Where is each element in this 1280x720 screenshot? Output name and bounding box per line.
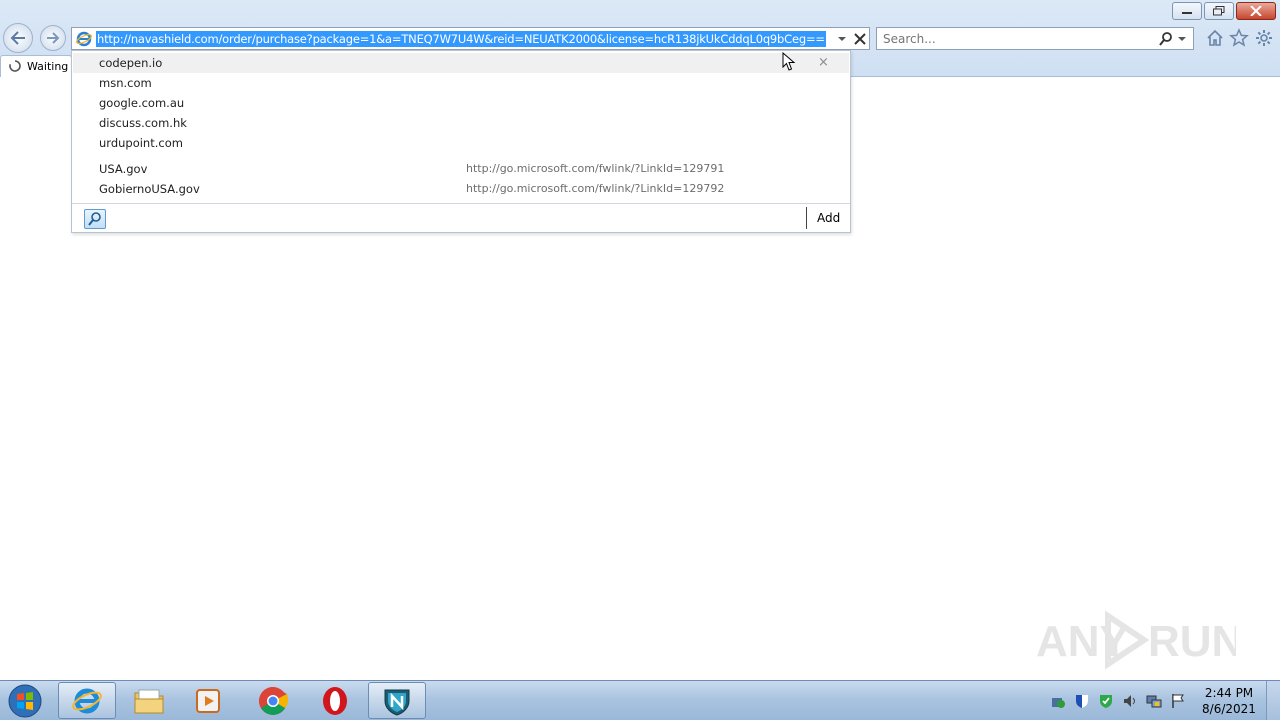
close-icon	[1250, 6, 1262, 16]
taskbar-navashield[interactable]	[368, 682, 426, 719]
star-icon[interactable]	[1229, 28, 1249, 48]
clock-date: 8/6/2021	[1202, 702, 1256, 716]
ie-page-icon	[76, 31, 92, 47]
search-icon[interactable]	[1158, 31, 1174, 47]
taskbar-chrome[interactable]	[244, 682, 302, 719]
opera-icon	[323, 686, 347, 715]
autocomplete-item-label: google.com.au	[99, 96, 185, 110]
stop-icon[interactable]	[852, 31, 868, 47]
antivirus-shield-icon[interactable]	[1098, 693, 1114, 709]
arrow-left-icon	[10, 31, 25, 45]
address-bar[interactable]: http://navashield.com/order/purchase?pac…	[71, 27, 870, 50]
navashield-shield-icon	[384, 689, 410, 716]
taskbar-media-player[interactable]	[180, 682, 238, 719]
taskbar-opera[interactable]	[306, 682, 364, 719]
favorite-item-url: http://go.microsoft.com/fwlink/?LinkId=1…	[466, 162, 725, 175]
autocomplete-item-label: codepen.io	[99, 56, 163, 70]
mouse-cursor-icon	[782, 52, 796, 71]
chevron-down-icon[interactable]	[837, 33, 847, 45]
svg-text:RUN: RUN	[1148, 617, 1236, 666]
loading-spinner-icon	[9, 60, 21, 72]
search-icon	[88, 212, 101, 226]
home-icon[interactable]	[1205, 28, 1225, 48]
autocomplete-item[interactable]: urdupoint.com	[73, 133, 849, 153]
restore-button[interactable]	[1204, 2, 1234, 20]
arrow-right-icon	[47, 32, 60, 44]
folder-icon	[134, 689, 164, 713]
network-icon[interactable]	[1146, 693, 1162, 709]
address-url[interactable]: http://navashield.com/order/purchase?pac…	[96, 31, 826, 47]
autocomplete-item-label: discuss.com.hk	[99, 116, 187, 130]
address-autocomplete-dropdown: codepen.io × msn.com google.com.au discu…	[71, 50, 851, 233]
autocomplete-footer: Add	[72, 203, 850, 232]
search-box[interactable]	[876, 27, 1194, 50]
system-tray	[1048, 681, 1188, 720]
favorite-item-label: GobiernoUSA.gov	[99, 182, 200, 196]
start-button[interactable]	[4, 681, 46, 720]
taskbar: 2:44 PM 8/6/2021	[0, 680, 1280, 720]
anyrun-watermark-logo: ANY RUN	[1036, 610, 1236, 670]
internet-explorer-icon	[72, 688, 102, 713]
restore-icon	[1213, 6, 1225, 16]
windows-logo-icon	[8, 684, 42, 718]
add-search-provider-link[interactable]: Add	[817, 211, 840, 225]
minimize-button[interactable]	[1172, 2, 1202, 20]
system-clock[interactable]: 2:44 PM 8/6/2021	[1196, 685, 1262, 717]
chrome-icon	[259, 686, 289, 715]
search-input[interactable]	[883, 31, 1143, 47]
security-shield-icon[interactable]	[1074, 693, 1090, 709]
autocomplete-item[interactable]: discuss.com.hk	[73, 113, 849, 133]
autocomplete-item[interactable]: google.com.au	[73, 93, 849, 113]
show-desktop-button[interactable]	[1266, 681, 1280, 720]
delete-entry-icon[interactable]: ×	[818, 55, 829, 70]
minimize-icon	[1182, 12, 1192, 14]
close-window-button[interactable]	[1236, 2, 1276, 20]
favorite-item-label: USA.gov	[99, 162, 148, 176]
clock-time: 2:44 PM	[1204, 686, 1254, 700]
gear-icon[interactable]	[1254, 28, 1274, 48]
forward-button[interactable]	[40, 25, 66, 51]
favorite-item[interactable]: GobiernoUSA.gov http://go.microsoft.com/…	[73, 179, 849, 199]
autocomplete-item[interactable]: codepen.io ×	[73, 53, 849, 73]
favorite-item[interactable]: USA.gov http://go.microsoft.com/fwlink/?…	[73, 159, 849, 179]
taskbar-internet-explorer[interactable]	[58, 682, 116, 719]
chevron-down-icon[interactable]	[1177, 34, 1187, 44]
search-provider-button[interactable]	[84, 209, 106, 229]
action-center-icon[interactable]	[1050, 693, 1066, 709]
autocomplete-item-label: msn.com	[99, 76, 152, 90]
tab-title: Waiting	[27, 60, 69, 73]
autocomplete-item[interactable]: msn.com	[73, 73, 849, 93]
back-button[interactable]	[3, 23, 33, 53]
divider	[806, 207, 807, 229]
tab-active[interactable]: Waiting	[0, 55, 72, 77]
favorite-item-url: http://go.microsoft.com/fwlink/?LinkId=1…	[466, 182, 725, 195]
window-controls	[1172, 2, 1276, 20]
speaker-icon[interactable]	[1122, 693, 1138, 709]
media-player-icon	[196, 688, 220, 713]
autocomplete-item-label: urdupoint.com	[99, 136, 183, 150]
flag-icon[interactable]	[1170, 693, 1186, 709]
taskbar-file-explorer[interactable]	[120, 682, 178, 719]
